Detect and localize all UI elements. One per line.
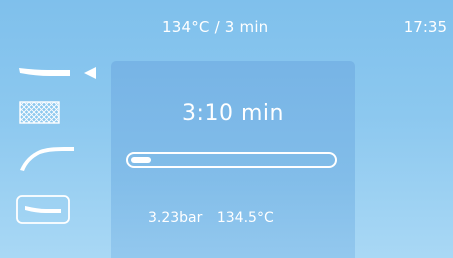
handpiece-curved-icon bbox=[20, 147, 74, 171]
selection-arrow-icon bbox=[84, 67, 96, 79]
sidebar-item-mesh-tray[interactable] bbox=[14, 97, 104, 129]
sidebar-item-framed-handpiece[interactable] bbox=[14, 193, 104, 225]
clock: 17:35 bbox=[403, 18, 447, 36]
remaining-time: 3:10 min bbox=[182, 101, 284, 126]
program-label: 134°C / 3 min bbox=[162, 18, 269, 36]
mesh-tray-icon bbox=[19, 101, 60, 124]
temperature-reading: 134.5°C bbox=[216, 210, 274, 226]
sidebar-item-curved-handpiece[interactable] bbox=[14, 141, 104, 173]
cycle-progress-fill bbox=[131, 157, 151, 163]
sidebar-item-straight-handpiece[interactable] bbox=[14, 57, 104, 89]
handpiece-framed-icon bbox=[16, 195, 70, 224]
sensor-readings: 3.23bar 134.5°C bbox=[148, 210, 274, 226]
pressure-reading: 3.23bar bbox=[148, 210, 203, 226]
cycle-status-panel: 3:10 min 3.23bar 134.5°C bbox=[111, 61, 355, 258]
cycle-progress-bar bbox=[126, 152, 337, 168]
handpiece-straight-icon bbox=[19, 67, 96, 79]
